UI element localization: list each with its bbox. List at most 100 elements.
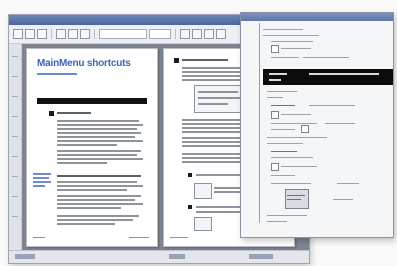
left-page[interactable]: MainMenu shortcuts	[26, 48, 158, 247]
toolbar-separator	[94, 29, 95, 39]
text-line	[182, 145, 242, 147]
dialog-line	[267, 143, 303, 144]
dialog-line	[271, 105, 295, 106]
zoom-field[interactable]	[149, 29, 171, 39]
dialog-line	[267, 215, 307, 216]
dialog-line	[263, 35, 319, 36]
text-line	[57, 189, 127, 191]
checkbox[interactable]	[271, 45, 279, 53]
dialog-line	[267, 97, 283, 98]
figure-line	[198, 91, 238, 93]
text-line	[57, 207, 121, 209]
italic-icon[interactable]	[192, 29, 202, 39]
text-line	[57, 162, 107, 164]
status-chip	[169, 254, 185, 259]
ruler-tick	[12, 96, 18, 97]
footer-line	[33, 236, 45, 238]
text-line	[57, 185, 143, 187]
screenshot-stage: MainMenu shortcuts	[0, 0, 397, 266]
text-line	[57, 154, 137, 156]
ruler-tick	[12, 56, 18, 57]
text-line	[57, 132, 141, 134]
bullet-icon	[188, 173, 192, 177]
text-line	[57, 215, 139, 217]
dialog-line	[333, 199, 353, 200]
dialog-line	[271, 157, 313, 158]
margin-note-line	[33, 173, 51, 175]
dialog-line	[271, 183, 311, 184]
footer-line	[129, 236, 149, 238]
settings-dialog[interactable]	[240, 12, 394, 238]
preview-line	[287, 195, 305, 196]
text-line	[57, 140, 143, 142]
highlight-text-line	[269, 79, 281, 81]
text-line	[57, 175, 141, 177]
status-chip	[249, 254, 273, 259]
text-line	[57, 120, 139, 122]
ruler-tick	[12, 136, 18, 137]
dialog-line	[271, 123, 317, 124]
dialog-line	[271, 129, 295, 130]
dialog-line	[309, 105, 355, 106]
dialog-line	[271, 151, 297, 152]
subheading-line	[57, 112, 91, 114]
ruler-tick	[12, 156, 18, 157]
toolbar-separator	[51, 29, 52, 39]
new-icon[interactable]	[13, 29, 23, 39]
page-title: MainMenu shortcuts	[37, 58, 131, 69]
dialog-line	[303, 57, 349, 58]
subheading-line	[182, 59, 228, 61]
icon-box	[194, 183, 212, 199]
bullet-icon	[188, 205, 192, 209]
text-line	[57, 219, 133, 221]
text-line	[57, 195, 141, 197]
dialog-titlebar[interactable]	[241, 13, 393, 21]
zoom-in-icon[interactable]	[80, 29, 90, 39]
dialog-line	[271, 175, 295, 176]
highlight-text-line	[269, 73, 287, 75]
text-line	[57, 181, 137, 183]
bullet-icon	[174, 58, 179, 63]
highlight-text-line	[309, 73, 379, 75]
dialog-line	[337, 183, 359, 184]
tree-guide-line	[259, 23, 260, 223]
ruler-tick	[12, 116, 18, 117]
dialog-line	[267, 221, 287, 222]
dialog-line	[281, 166, 317, 167]
ruler-tick	[12, 176, 18, 177]
bold-icon[interactable]	[180, 29, 190, 39]
status-bar	[9, 250, 309, 263]
ruler-tick	[12, 196, 18, 197]
checkbox[interactable]	[271, 111, 279, 119]
footer-line	[170, 236, 188, 238]
text-line	[57, 128, 137, 130]
checkbox[interactable]	[271, 163, 279, 171]
vertical-ruler	[9, 44, 22, 251]
text-line	[57, 144, 117, 146]
print-icon[interactable]	[56, 29, 66, 39]
open-icon[interactable]	[25, 29, 35, 39]
dialog-line	[267, 137, 327, 138]
text-line	[57, 199, 135, 201]
margin-note-line	[33, 185, 45, 187]
style-select[interactable]	[99, 29, 147, 39]
icon-box	[194, 217, 212, 231]
checkbox[interactable]	[301, 125, 309, 133]
text-line	[57, 124, 143, 126]
zoom-out-icon[interactable]	[68, 29, 78, 39]
title-underline	[37, 73, 77, 75]
align-icon[interactable]	[216, 29, 226, 39]
bullet-icon	[49, 111, 54, 116]
selected-row-highlight[interactable]	[263, 69, 393, 85]
text-line	[57, 136, 135, 138]
save-icon[interactable]	[37, 29, 47, 39]
ruler-tick	[12, 216, 18, 217]
text-line	[57, 223, 115, 225]
figure-line	[198, 103, 228, 105]
dialog-line	[281, 114, 311, 115]
text-line	[57, 150, 141, 152]
section-heading-bar	[37, 98, 147, 104]
preview-line	[287, 199, 301, 200]
status-chip	[15, 254, 35, 259]
underline-icon[interactable]	[204, 29, 214, 39]
